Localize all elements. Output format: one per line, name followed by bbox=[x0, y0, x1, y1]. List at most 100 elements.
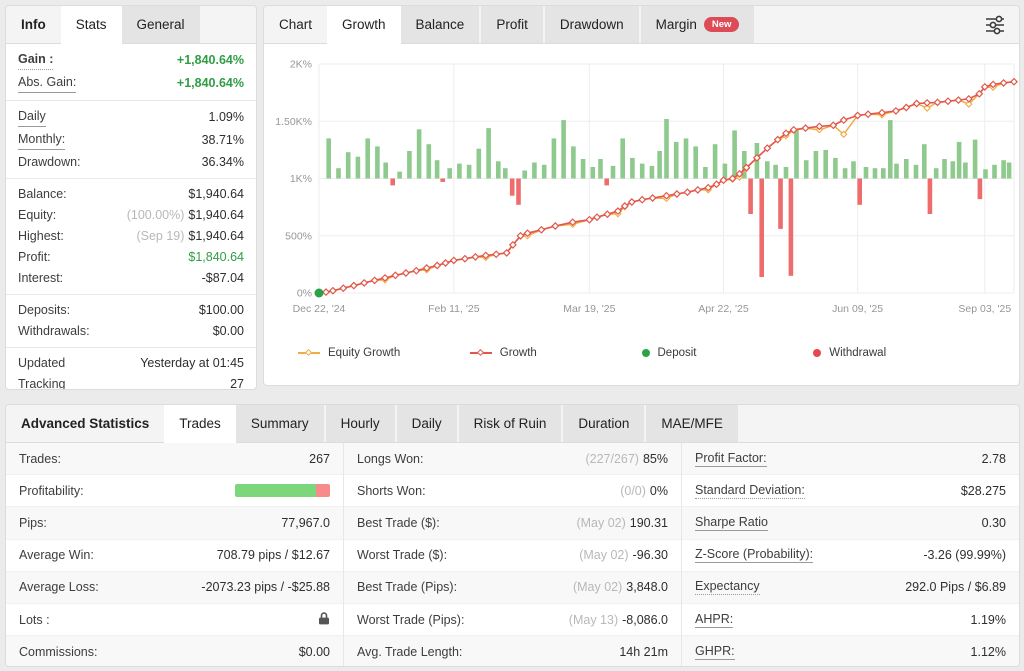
daily-value: 1.09% bbox=[209, 109, 244, 126]
svg-text:Dec 22, '24: Dec 22, '24 bbox=[293, 303, 346, 315]
profitability-win-segment bbox=[235, 484, 316, 497]
sharpe-ratio-label[interactable]: Sharpe Ratio bbox=[695, 515, 768, 531]
tab-mae-mfe-label: MAE/MFE bbox=[661, 416, 723, 431]
abs-gain-value: +1,840.64% bbox=[177, 75, 244, 92]
tab-balance[interactable]: Balance bbox=[401, 6, 480, 43]
tab-drawdown-label: Drawdown bbox=[560, 17, 624, 32]
chart-settings-icon[interactable] bbox=[983, 14, 1007, 39]
daily-label[interactable]: Daily bbox=[18, 108, 46, 127]
row-ahpr: AHPR:1.19% bbox=[682, 604, 1019, 636]
legend-withdrawal-label: Withdrawal bbox=[829, 347, 886, 359]
row-best-trade-usd: Best Trade ($):(May 02)190.31 bbox=[344, 507, 681, 539]
lock-icon bbox=[318, 612, 330, 628]
gain-label[interactable]: Gain : bbox=[18, 51, 53, 70]
legend-withdrawal[interactable]: Withdrawal bbox=[813, 347, 985, 359]
tab-risk-of-ruin[interactable]: Risk of Ruin bbox=[459, 405, 562, 442]
svg-text:1.50K%: 1.50K% bbox=[275, 116, 312, 128]
row-average-win: Average Win:708.79 pips / $12.67 bbox=[6, 540, 343, 572]
equity-percent: (100.00%) bbox=[127, 208, 185, 222]
gain-group: Gain : +1,840.64% Abs. Gain: +1,840.64% bbox=[6, 44, 256, 100]
ghpr-label[interactable]: GHPR: bbox=[695, 644, 735, 660]
deposit-marker-icon bbox=[642, 349, 650, 357]
tab-hourly[interactable]: Hourly bbox=[326, 405, 395, 442]
withdrawal-marker-icon bbox=[813, 349, 821, 357]
tracking-label: Tracking bbox=[18, 376, 65, 390]
row-average-loss: Average Loss:-2073.23 pips / -$25.88 bbox=[6, 572, 343, 604]
balance-group: Balance:$1,940.64 Equity:(100.00%)$1,940… bbox=[6, 178, 256, 294]
worst-trade-usd-date: (May 02) bbox=[579, 548, 628, 562]
legend-deposit[interactable]: Deposit bbox=[642, 347, 814, 359]
tab-summary[interactable]: Summary bbox=[236, 405, 324, 442]
legend-equity-growth[interactable]: Equity Growth bbox=[298, 347, 470, 359]
balance-value: $1,940.64 bbox=[188, 186, 244, 203]
tab-mae-mfe[interactable]: MAE/MFE bbox=[646, 405, 738, 442]
longs-won-label: Longs Won: bbox=[357, 452, 423, 466]
average-loss-label: Average Loss: bbox=[19, 580, 99, 594]
diamond-marker bbox=[305, 348, 312, 355]
legend-growth-label: Growth bbox=[500, 347, 537, 359]
equity-growth-marker-icon bbox=[298, 352, 320, 354]
tab-trades-label: Trades bbox=[179, 416, 221, 431]
svg-text:Apr 22, '25: Apr 22, '25 bbox=[698, 303, 749, 315]
z-score-label[interactable]: Z-Score (Probability): bbox=[695, 547, 813, 563]
row-ghpr: GHPR:1.12% bbox=[682, 636, 1019, 667]
tab-stats[interactable]: Stats bbox=[61, 6, 122, 44]
profitability-bar bbox=[235, 484, 330, 497]
stat-row-updated: UpdatedYesterday at 01:45 bbox=[6, 353, 256, 374]
tab-margin[interactable]: MarginNew bbox=[641, 6, 755, 43]
tab-duration[interactable]: Duration bbox=[563, 405, 644, 442]
tab-trades[interactable]: Trades bbox=[164, 405, 236, 443]
row-best-trade-pips: Best Trade (Pips):(May 02)3,848.0 bbox=[344, 572, 681, 604]
tab-growth[interactable]: Growth bbox=[327, 6, 401, 44]
interest-label: Interest: bbox=[18, 270, 63, 287]
account-stats-panel: Info Stats General Gain : +1,840.64% Abs.… bbox=[5, 5, 257, 390]
stats-panel-tabs: Info Stats General bbox=[6, 6, 256, 44]
highest-label: Highest: bbox=[18, 228, 64, 245]
stat-row-daily: Daily 1.09% bbox=[6, 106, 256, 129]
tab-daily-label: Daily bbox=[412, 416, 442, 431]
legend-growth[interactable]: Growth bbox=[470, 347, 642, 359]
best-trade-pips-value: 3,848.0 bbox=[626, 580, 668, 594]
expectancy-label[interactable]: Expectancy bbox=[695, 579, 760, 595]
svg-text:Feb 11, '25: Feb 11, '25 bbox=[428, 303, 480, 315]
tab-growth-label: Growth bbox=[342, 17, 386, 32]
tab-profit[interactable]: Profit bbox=[481, 6, 543, 43]
stat-row-profit: Profit:$1,840.64 bbox=[6, 247, 256, 268]
standard-deviation-label[interactable]: Standard Deviation: bbox=[695, 483, 805, 499]
row-shorts-won: Shorts Won:(0/0)0% bbox=[344, 475, 681, 507]
highest-value: $1,940.64 bbox=[188, 229, 244, 243]
profitability-loss-segment bbox=[316, 484, 330, 497]
growth-chart[interactable]: 0%500%1K%1.50K%2K%Dec 22, '24Feb 11, '25… bbox=[264, 44, 1019, 328]
row-commissions: Commissions:$0.00 bbox=[6, 636, 343, 667]
updated-value: Yesterday at 01:45 bbox=[140, 355, 244, 372]
row-lots: Lots : bbox=[6, 604, 343, 636]
stat-row-abs-gain: Abs. Gain: +1,840.64% bbox=[6, 72, 256, 95]
abs-gain-label[interactable]: Abs. Gain: bbox=[18, 74, 76, 93]
longs-won-value: 85% bbox=[643, 452, 668, 466]
deposits-group: Deposits:$100.00 Withdrawals:$0.00 bbox=[6, 294, 256, 347]
svg-text:0%: 0% bbox=[297, 288, 312, 300]
tab-info[interactable]: Info bbox=[6, 6, 61, 43]
monthly-label[interactable]: Monthly: bbox=[18, 131, 65, 150]
withdrawals-label: Withdrawals: bbox=[18, 323, 90, 340]
tracking-value: 27 bbox=[230, 376, 244, 390]
tab-general[interactable]: General bbox=[122, 6, 200, 43]
profit-factor-label[interactable]: Profit Factor: bbox=[695, 451, 767, 467]
ahpr-label[interactable]: AHPR: bbox=[695, 612, 733, 628]
worst-trade-pips-label: Worst Trade (Pips): bbox=[357, 613, 464, 627]
best-trade-usd-label: Best Trade ($): bbox=[357, 516, 440, 530]
tab-chart[interactable]: Chart bbox=[264, 6, 327, 43]
commissions-value: $0.00 bbox=[299, 645, 330, 659]
row-expectancy: Expectancy292.0 Pips / $6.89 bbox=[682, 572, 1019, 604]
trades-label: Trades: bbox=[19, 452, 61, 466]
tab-summary-label: Summary bbox=[251, 416, 309, 431]
shorts-won-value: 0% bbox=[650, 484, 668, 498]
tab-duration-label: Duration bbox=[578, 416, 629, 431]
tab-daily[interactable]: Daily bbox=[397, 405, 457, 442]
row-trades: Trades:267 bbox=[6, 443, 343, 475]
profit-value: $1,840.64 bbox=[188, 249, 244, 266]
deposits-value: $100.00 bbox=[199, 302, 244, 319]
tab-advanced-statistics[interactable]: Advanced Statistics bbox=[6, 405, 164, 442]
tab-info-label: Info bbox=[21, 17, 46, 32]
tab-drawdown[interactable]: Drawdown bbox=[545, 6, 639, 43]
